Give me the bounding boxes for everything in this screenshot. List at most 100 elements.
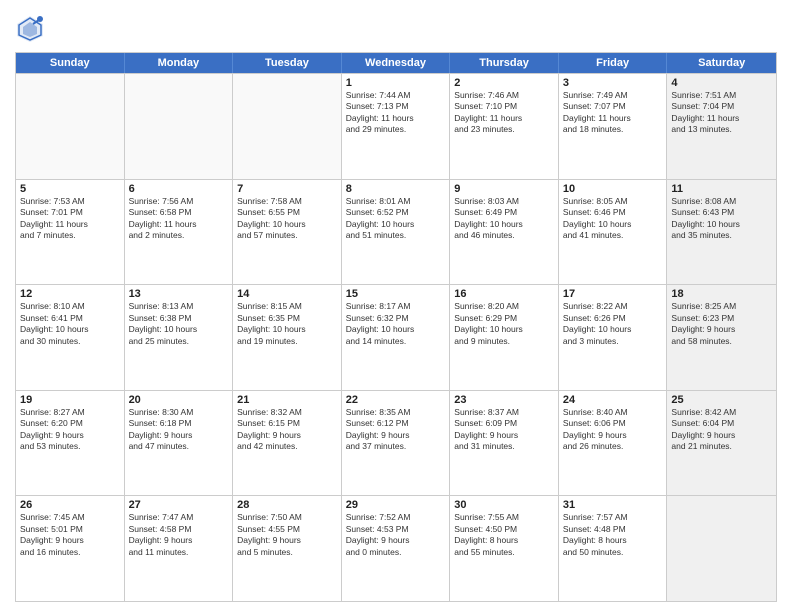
cell-line: Sunrise: 8:42 AM	[671, 407, 772, 418]
day-number: 6	[129, 183, 229, 195]
page: SundayMondayTuesdayWednesdayThursdayFrid…	[0, 0, 792, 612]
cell-line: Sunset: 6:55 PM	[237, 207, 337, 218]
cal-cell: 25Sunrise: 8:42 AMSunset: 6:04 PMDayligh…	[667, 391, 776, 496]
day-number: 15	[346, 288, 446, 300]
cell-line: Sunrise: 7:51 AM	[671, 90, 772, 101]
cell-line: Daylight: 9 hours	[671, 324, 772, 335]
cell-line: and 58 minutes.	[671, 336, 772, 347]
cal-cell: 9Sunrise: 8:03 AMSunset: 6:49 PMDaylight…	[450, 180, 559, 285]
cal-cell	[667, 496, 776, 601]
day-number: 1	[346, 77, 446, 89]
day-number: 19	[20, 394, 120, 406]
cal-cell	[125, 74, 234, 179]
cal-cell: 12Sunrise: 8:10 AMSunset: 6:41 PMDayligh…	[16, 285, 125, 390]
cal-cell: 4Sunrise: 7:51 AMSunset: 7:04 PMDaylight…	[667, 74, 776, 179]
cal-row-3: 19Sunrise: 8:27 AMSunset: 6:20 PMDayligh…	[16, 390, 776, 496]
cell-line: and 18 minutes.	[563, 124, 663, 135]
calendar-body: 1Sunrise: 7:44 AMSunset: 7:13 PMDaylight…	[16, 73, 776, 601]
cell-line: and 35 minutes.	[671, 230, 772, 241]
cell-line: Sunrise: 8:40 AM	[563, 407, 663, 418]
day-number: 21	[237, 394, 337, 406]
cell-line: Sunrise: 7:53 AM	[20, 196, 120, 207]
day-number: 5	[20, 183, 120, 195]
cell-line: and 23 minutes.	[454, 124, 554, 135]
day-number: 8	[346, 183, 446, 195]
cell-line: Sunset: 6:35 PM	[237, 313, 337, 324]
cell-line: Sunset: 6:23 PM	[671, 313, 772, 324]
cell-line: and 46 minutes.	[454, 230, 554, 241]
day-number: 30	[454, 499, 554, 511]
day-number: 16	[454, 288, 554, 300]
cal-cell: 29Sunrise: 7:52 AMSunset: 4:53 PMDayligh…	[342, 496, 451, 601]
cal-cell: 16Sunrise: 8:20 AMSunset: 6:29 PMDayligh…	[450, 285, 559, 390]
day-number: 29	[346, 499, 446, 511]
cal-row-0: 1Sunrise: 7:44 AMSunset: 7:13 PMDaylight…	[16, 73, 776, 179]
cell-line: and 2 minutes.	[129, 230, 229, 241]
cal-cell: 15Sunrise: 8:17 AMSunset: 6:32 PMDayligh…	[342, 285, 451, 390]
cell-line: Sunrise: 8:27 AM	[20, 407, 120, 418]
cell-line: and 11 minutes.	[129, 547, 229, 558]
cal-cell: 24Sunrise: 8:40 AMSunset: 6:06 PMDayligh…	[559, 391, 668, 496]
cell-line: Sunrise: 7:55 AM	[454, 512, 554, 523]
cell-line: Sunrise: 7:52 AM	[346, 512, 446, 523]
cell-line: Sunrise: 8:03 AM	[454, 196, 554, 207]
cell-line: and 5 minutes.	[237, 547, 337, 558]
cell-line: and 51 minutes.	[346, 230, 446, 241]
cell-line: Daylight: 8 hours	[454, 535, 554, 546]
cell-line: and 26 minutes.	[563, 441, 663, 452]
cell-line: and 47 minutes.	[129, 441, 229, 452]
weekday-header-friday: Friday	[559, 53, 668, 73]
cell-line: and 3 minutes.	[563, 336, 663, 347]
cal-cell: 14Sunrise: 8:15 AMSunset: 6:35 PMDayligh…	[233, 285, 342, 390]
cal-cell: 10Sunrise: 8:05 AMSunset: 6:46 PMDayligh…	[559, 180, 668, 285]
cell-line: Sunset: 4:53 PM	[346, 524, 446, 535]
cell-line: Sunrise: 7:58 AM	[237, 196, 337, 207]
cell-line: Sunrise: 8:35 AM	[346, 407, 446, 418]
cal-cell: 6Sunrise: 7:56 AMSunset: 6:58 PMDaylight…	[125, 180, 234, 285]
cell-line: Sunrise: 7:56 AM	[129, 196, 229, 207]
weekday-header-thursday: Thursday	[450, 53, 559, 73]
cell-line: Daylight: 10 hours	[346, 219, 446, 230]
cell-line: Sunrise: 8:30 AM	[129, 407, 229, 418]
cal-cell: 17Sunrise: 8:22 AMSunset: 6:26 PMDayligh…	[559, 285, 668, 390]
cell-line: and 25 minutes.	[129, 336, 229, 347]
cell-line: Daylight: 11 hours	[563, 113, 663, 124]
calendar: SundayMondayTuesdayWednesdayThursdayFrid…	[15, 52, 777, 602]
cell-line: and 16 minutes.	[20, 547, 120, 558]
cell-line: and 19 minutes.	[237, 336, 337, 347]
day-number: 26	[20, 499, 120, 511]
cal-cell: 27Sunrise: 7:47 AMSunset: 4:58 PMDayligh…	[125, 496, 234, 601]
day-number: 2	[454, 77, 554, 89]
cell-line: and 31 minutes.	[454, 441, 554, 452]
cell-line: Sunrise: 8:22 AM	[563, 301, 663, 312]
cell-line: and 30 minutes.	[20, 336, 120, 347]
cell-line: and 37 minutes.	[346, 441, 446, 452]
cell-line: Sunset: 6:58 PM	[129, 207, 229, 218]
cal-cell: 23Sunrise: 8:37 AMSunset: 6:09 PMDayligh…	[450, 391, 559, 496]
cell-line: and 50 minutes.	[563, 547, 663, 558]
cal-cell: 19Sunrise: 8:27 AMSunset: 6:20 PMDayligh…	[16, 391, 125, 496]
day-number: 7	[237, 183, 337, 195]
day-number: 23	[454, 394, 554, 406]
cell-line: Sunset: 6:04 PM	[671, 418, 772, 429]
cell-line: and 0 minutes.	[346, 547, 446, 558]
cell-line: Daylight: 11 hours	[671, 113, 772, 124]
cell-line: and 29 minutes.	[346, 124, 446, 135]
cell-line: Sunset: 6:32 PM	[346, 313, 446, 324]
weekday-header-tuesday: Tuesday	[233, 53, 342, 73]
cell-line: Daylight: 10 hours	[563, 324, 663, 335]
cal-row-4: 26Sunrise: 7:45 AMSunset: 5:01 PMDayligh…	[16, 495, 776, 601]
cell-line: Daylight: 10 hours	[237, 324, 337, 335]
cell-line: Daylight: 8 hours	[563, 535, 663, 546]
day-number: 25	[671, 394, 772, 406]
cell-line: Daylight: 10 hours	[237, 219, 337, 230]
cell-line: Daylight: 9 hours	[20, 430, 120, 441]
cell-line: Daylight: 10 hours	[20, 324, 120, 335]
cell-line: Sunrise: 8:05 AM	[563, 196, 663, 207]
cell-line: Sunset: 4:55 PM	[237, 524, 337, 535]
cell-line: Sunrise: 8:08 AM	[671, 196, 772, 207]
cell-line: Daylight: 11 hours	[129, 219, 229, 230]
cell-line: Sunrise: 7:46 AM	[454, 90, 554, 101]
cal-cell: 1Sunrise: 7:44 AMSunset: 7:13 PMDaylight…	[342, 74, 451, 179]
cell-line: Sunset: 6:49 PM	[454, 207, 554, 218]
